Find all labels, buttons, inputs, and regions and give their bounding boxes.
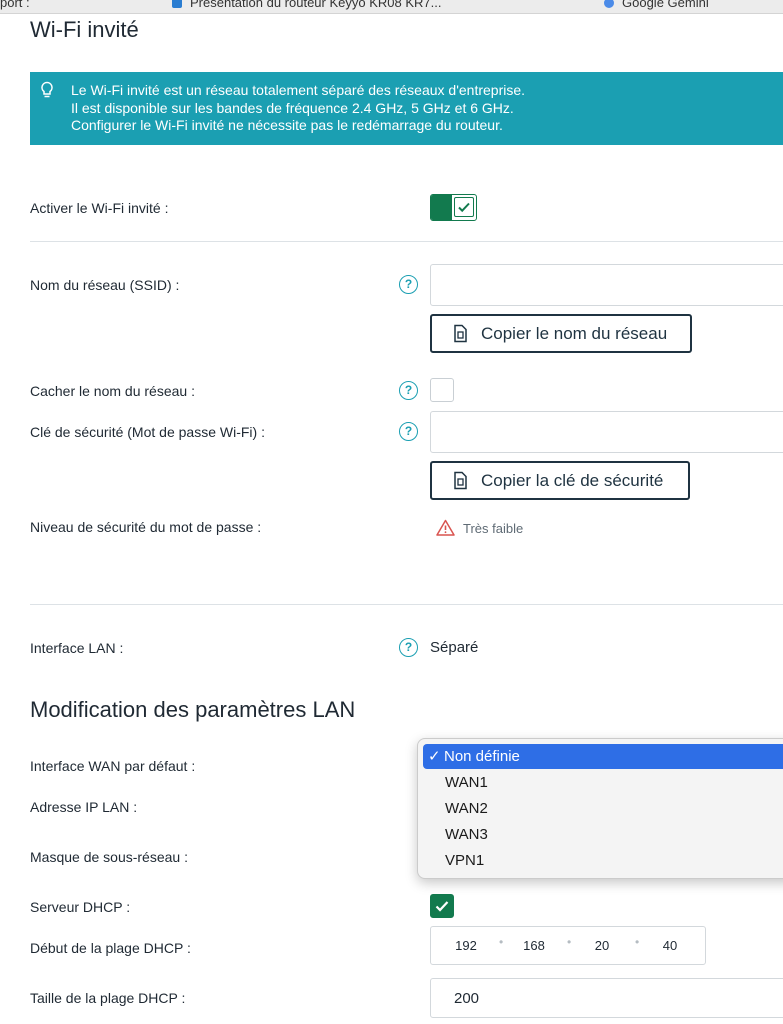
ssid-label: Nom du réseau (SSID) : — [30, 277, 180, 293]
info-banner: Le Wi-Fi invité est un réseau totalement… — [30, 72, 783, 145]
ip-octet[interactable]: 168 — [514, 938, 554, 953]
help-icon[interactable]: ? — [399, 422, 418, 441]
gemini-icon — [604, 0, 614, 8]
password-strength-indicator: Très faible — [436, 519, 523, 536]
divider — [30, 604, 783, 605]
bookmark-item[interactable]: port : — [0, 0, 30, 10]
wan-interface-label: Interface WAN par défaut : — [30, 758, 196, 774]
toggle-track — [431, 195, 452, 220]
dhcp-start-label: Début de la plage DHCP : — [30, 940, 191, 956]
info-line: Il est disponible sur les bandes de fréq… — [71, 99, 514, 116]
ssid-input[interactable] — [430, 264, 783, 306]
dhcp-server-label: Serveur DHCP : — [30, 899, 131, 915]
help-icon[interactable]: ? — [399, 638, 418, 657]
info-line: Le Wi-Fi invité est un réseau totalement… — [71, 82, 526, 98]
copy-ssid-button[interactable]: Copier le nom du réseau — [430, 314, 692, 353]
copy-icon — [454, 324, 467, 343]
copy-security-key-button[interactable]: Copier la clé de sécurité — [430, 461, 690, 500]
security-key-label: Clé de sécurité (Mot de passe Wi-Fi) : — [30, 424, 265, 440]
page-icon — [172, 0, 182, 8]
enable-guest-wifi-toggle[interactable] — [430, 194, 477, 221]
ip-octet[interactable]: 40 — [650, 938, 690, 953]
bookmarks-bar: port : Présentation du routeur Keyyo KR0… — [0, 0, 783, 14]
bookmark-item[interactable]: Google Gemini — [604, 0, 709, 10]
dropdown-option[interactable]: VPN1 — [418, 848, 783, 874]
ip-separator: • — [567, 935, 572, 949]
page-title: Wi-Fi invité — [30, 17, 139, 42]
dropdown-option[interactable]: ✓ Non définie — [423, 744, 783, 769]
toggle-knob — [454, 197, 474, 217]
help-icon[interactable]: ? — [399, 381, 418, 400]
ip-separator: • — [499, 935, 504, 949]
lightbulb-icon — [41, 81, 53, 98]
enable-guest-wifi-label: Activer le Wi-Fi invité : — [30, 200, 169, 216]
dropdown-option[interactable]: WAN2 — [418, 796, 783, 822]
wan-interface-dropdown[interactable]: ✓ Non définie WAN1 WAN2 WAN3 VPN1 — [417, 738, 783, 879]
section-title: Modification des paramètres LAN — [30, 697, 356, 722]
check-icon — [458, 202, 470, 213]
hide-ssid-label: Cacher le nom du réseau : — [30, 383, 195, 399]
divider — [30, 241, 783, 242]
security-key-input[interactable] — [430, 411, 783, 453]
hide-ssid-checkbox[interactable] — [430, 378, 454, 402]
lan-interface-label: Interface LAN : — [30, 640, 124, 656]
password-strength-label: Niveau de sécurité du mot de passe : — [30, 519, 262, 535]
warning-icon — [436, 519, 455, 536]
ip-octet[interactable]: 20 — [582, 938, 622, 953]
subnet-mask-label: Masque de sous-réseau : — [30, 849, 188, 865]
check-icon: ✓ — [428, 748, 441, 765]
dropdown-option[interactable]: WAN3 — [418, 822, 783, 848]
help-icon[interactable]: ? — [399, 275, 418, 294]
info-line: Configurer le Wi-Fi invité ne nécessite … — [71, 117, 503, 133]
dhcp-size-input[interactable]: 200 — [430, 978, 783, 1018]
bookmark-item[interactable]: Présentation du routeur Keyyo KR08 KR7..… — [172, 0, 441, 10]
lan-interface-value: Séparé — [430, 639, 479, 656]
ip-separator: • — [635, 935, 640, 949]
copy-icon — [454, 471, 467, 490]
ip-octet[interactable]: 192 — [446, 938, 486, 953]
dhcp-size-label: Taille de la plage DHCP : — [30, 990, 186, 1006]
dropdown-option[interactable]: WAN1 — [418, 770, 783, 796]
check-icon — [435, 901, 449, 912]
lan-ip-label: Adresse IP LAN : — [30, 799, 138, 815]
dhcp-server-checkbox[interactable] — [430, 894, 454, 918]
dhcp-start-input[interactable]: 192 • 168 • 20 • 40 — [430, 926, 706, 965]
